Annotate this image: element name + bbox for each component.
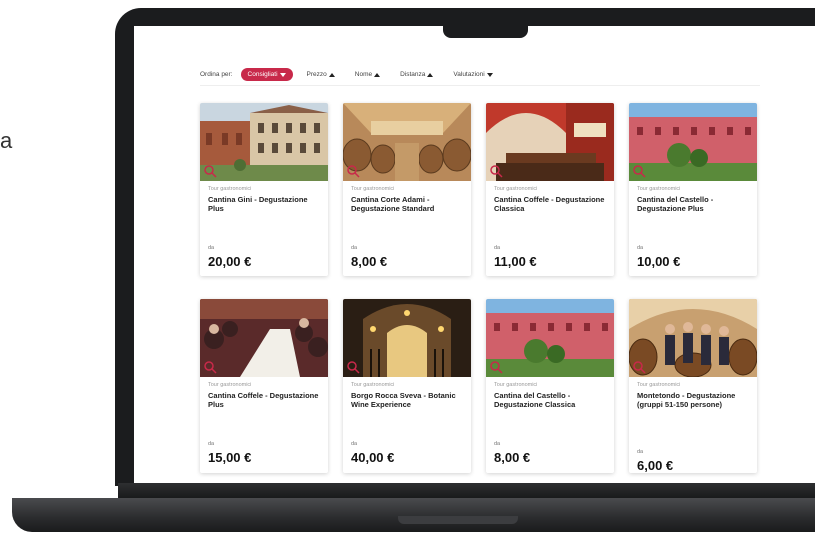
dinner-guests-photo[interactable] xyxy=(200,299,328,377)
price-prefix: da xyxy=(351,441,358,447)
price-prefix: da xyxy=(351,245,358,251)
price-prefix: da xyxy=(208,441,215,447)
zoom-icon[interactable] xyxy=(203,164,217,178)
caret-up-icon xyxy=(427,72,434,77)
card-category: Tour gastronomici xyxy=(637,186,681,192)
product-card[interactable]: Tour gastronomici Cantina Gini - Degusta… xyxy=(200,103,328,276)
card-price: 6,00 € xyxy=(637,458,674,473)
sort-option-distance[interactable]: Distanza xyxy=(400,71,434,78)
laptop-opening-lip xyxy=(398,516,518,524)
product-card[interactable]: Tour gastronomici Borgo Rocca Sveva - Bo… xyxy=(343,299,471,473)
sort-option-price[interactable]: Prezzo xyxy=(307,71,335,78)
card-title[interactable]: Cantina del Castello - Degustazione Clas… xyxy=(494,391,606,409)
villa-courtyard-photo[interactable] xyxy=(200,103,328,181)
barrel-cellar-photo[interactable] xyxy=(343,103,471,181)
zoom-icon[interactable] xyxy=(346,164,360,178)
caret-up-icon xyxy=(328,72,335,77)
price-prefix: da xyxy=(637,245,644,251)
product-card[interactable]: Tour gastronomici Cantina del Castello -… xyxy=(629,103,757,276)
cropped-edge-text: a xyxy=(0,128,13,153)
camera-notch xyxy=(443,8,528,38)
sort-label: Ordina per: xyxy=(200,71,233,78)
card-category: Tour gastronomici xyxy=(208,186,252,192)
zoom-icon[interactable] xyxy=(632,360,646,374)
sort-option-label: Nome xyxy=(354,71,373,78)
zoom-icon[interactable] xyxy=(632,164,646,178)
sort-option-label: Distanza xyxy=(400,71,426,78)
laptop-base xyxy=(12,498,815,532)
product-card[interactable]: Tour gastronomici Cantina Coffele - Degu… xyxy=(200,299,328,473)
price-prefix: da xyxy=(494,441,501,447)
card-price: 15,00 € xyxy=(208,450,252,465)
caret-down-icon xyxy=(486,72,493,77)
product-card[interactable]: Tour gastronomici Montetondo - Degustazi… xyxy=(629,299,757,473)
card-category: Tour gastronomici xyxy=(208,382,252,388)
caret-down-icon xyxy=(279,72,286,77)
sort-option-label: Prezzo xyxy=(306,71,327,78)
laptop-screen: Ordina per: Consigliati Prezzo Nome Dist… xyxy=(134,26,815,486)
red-castle-photo[interactable] xyxy=(629,103,757,181)
card-category: Tour gastronomici xyxy=(637,382,681,388)
card-price: 11,00 € xyxy=(494,254,537,269)
card-price: 8,00 € xyxy=(494,450,531,465)
card-category: Tour gastronomici xyxy=(494,382,538,388)
product-card[interactable]: Tour gastronomici Cantina Corte Adami - … xyxy=(343,103,471,276)
sort-option-recommended[interactable]: Consigliati xyxy=(240,68,293,81)
card-category: Tour gastronomici xyxy=(494,186,538,192)
card-title[interactable]: Cantina Corte Adami - Degustazione Stand… xyxy=(351,195,463,213)
red-castle-photo[interactable] xyxy=(486,299,614,377)
card-price: 8,00 € xyxy=(351,254,388,269)
caret-up-icon xyxy=(374,72,381,77)
price-prefix: da xyxy=(208,245,215,251)
card-price: 20,00 € xyxy=(208,254,252,269)
sort-bar: Ordina per: Consigliati Prezzo Nome Dist… xyxy=(200,64,760,86)
sort-option-ratings[interactable]: Valutazioni xyxy=(453,71,493,78)
card-title[interactable]: Borgo Rocca Sveva - Botanic Wine Experie… xyxy=(351,391,463,409)
zoom-icon[interactable] xyxy=(346,360,360,374)
winemakers-photo[interactable] xyxy=(629,299,757,378)
sort-active-label: Consigliati xyxy=(247,71,278,78)
zoom-icon[interactable] xyxy=(489,360,503,374)
tasting-room-photo[interactable] xyxy=(486,103,614,181)
sort-option-name[interactable]: Nome xyxy=(354,71,381,78)
price-prefix: da xyxy=(637,449,644,455)
product-card[interactable]: Tour gastronomici Cantina del Castello -… xyxy=(486,299,614,473)
card-category: Tour gastronomici xyxy=(351,186,395,192)
product-card[interactable]: Tour gastronomici Cantina Coffele - Degu… xyxy=(486,103,614,276)
card-category: Tour gastronomici xyxy=(351,382,395,388)
zoom-icon[interactable] xyxy=(489,164,503,178)
sort-option-label: Valutazioni xyxy=(453,71,485,78)
card-title[interactable]: Cantina Coffele - Degustazione Plus xyxy=(208,391,320,409)
zoom-icon[interactable] xyxy=(203,360,217,374)
candle-cellar-photo[interactable] xyxy=(343,299,471,377)
card-price: 10,00 € xyxy=(637,254,681,269)
card-title[interactable]: Cantina Gini - Degustazione Plus xyxy=(208,195,320,213)
price-prefix: da xyxy=(494,245,501,251)
card-title[interactable]: Cantina del Castello - Degustazione Plus xyxy=(637,195,749,213)
card-title[interactable]: Cantina Coffele - Degustazione Classica xyxy=(494,195,606,213)
card-title[interactable]: Montetondo - Degustazione (gruppi 51-150… xyxy=(637,391,749,409)
card-price: 40,00 € xyxy=(351,450,395,465)
